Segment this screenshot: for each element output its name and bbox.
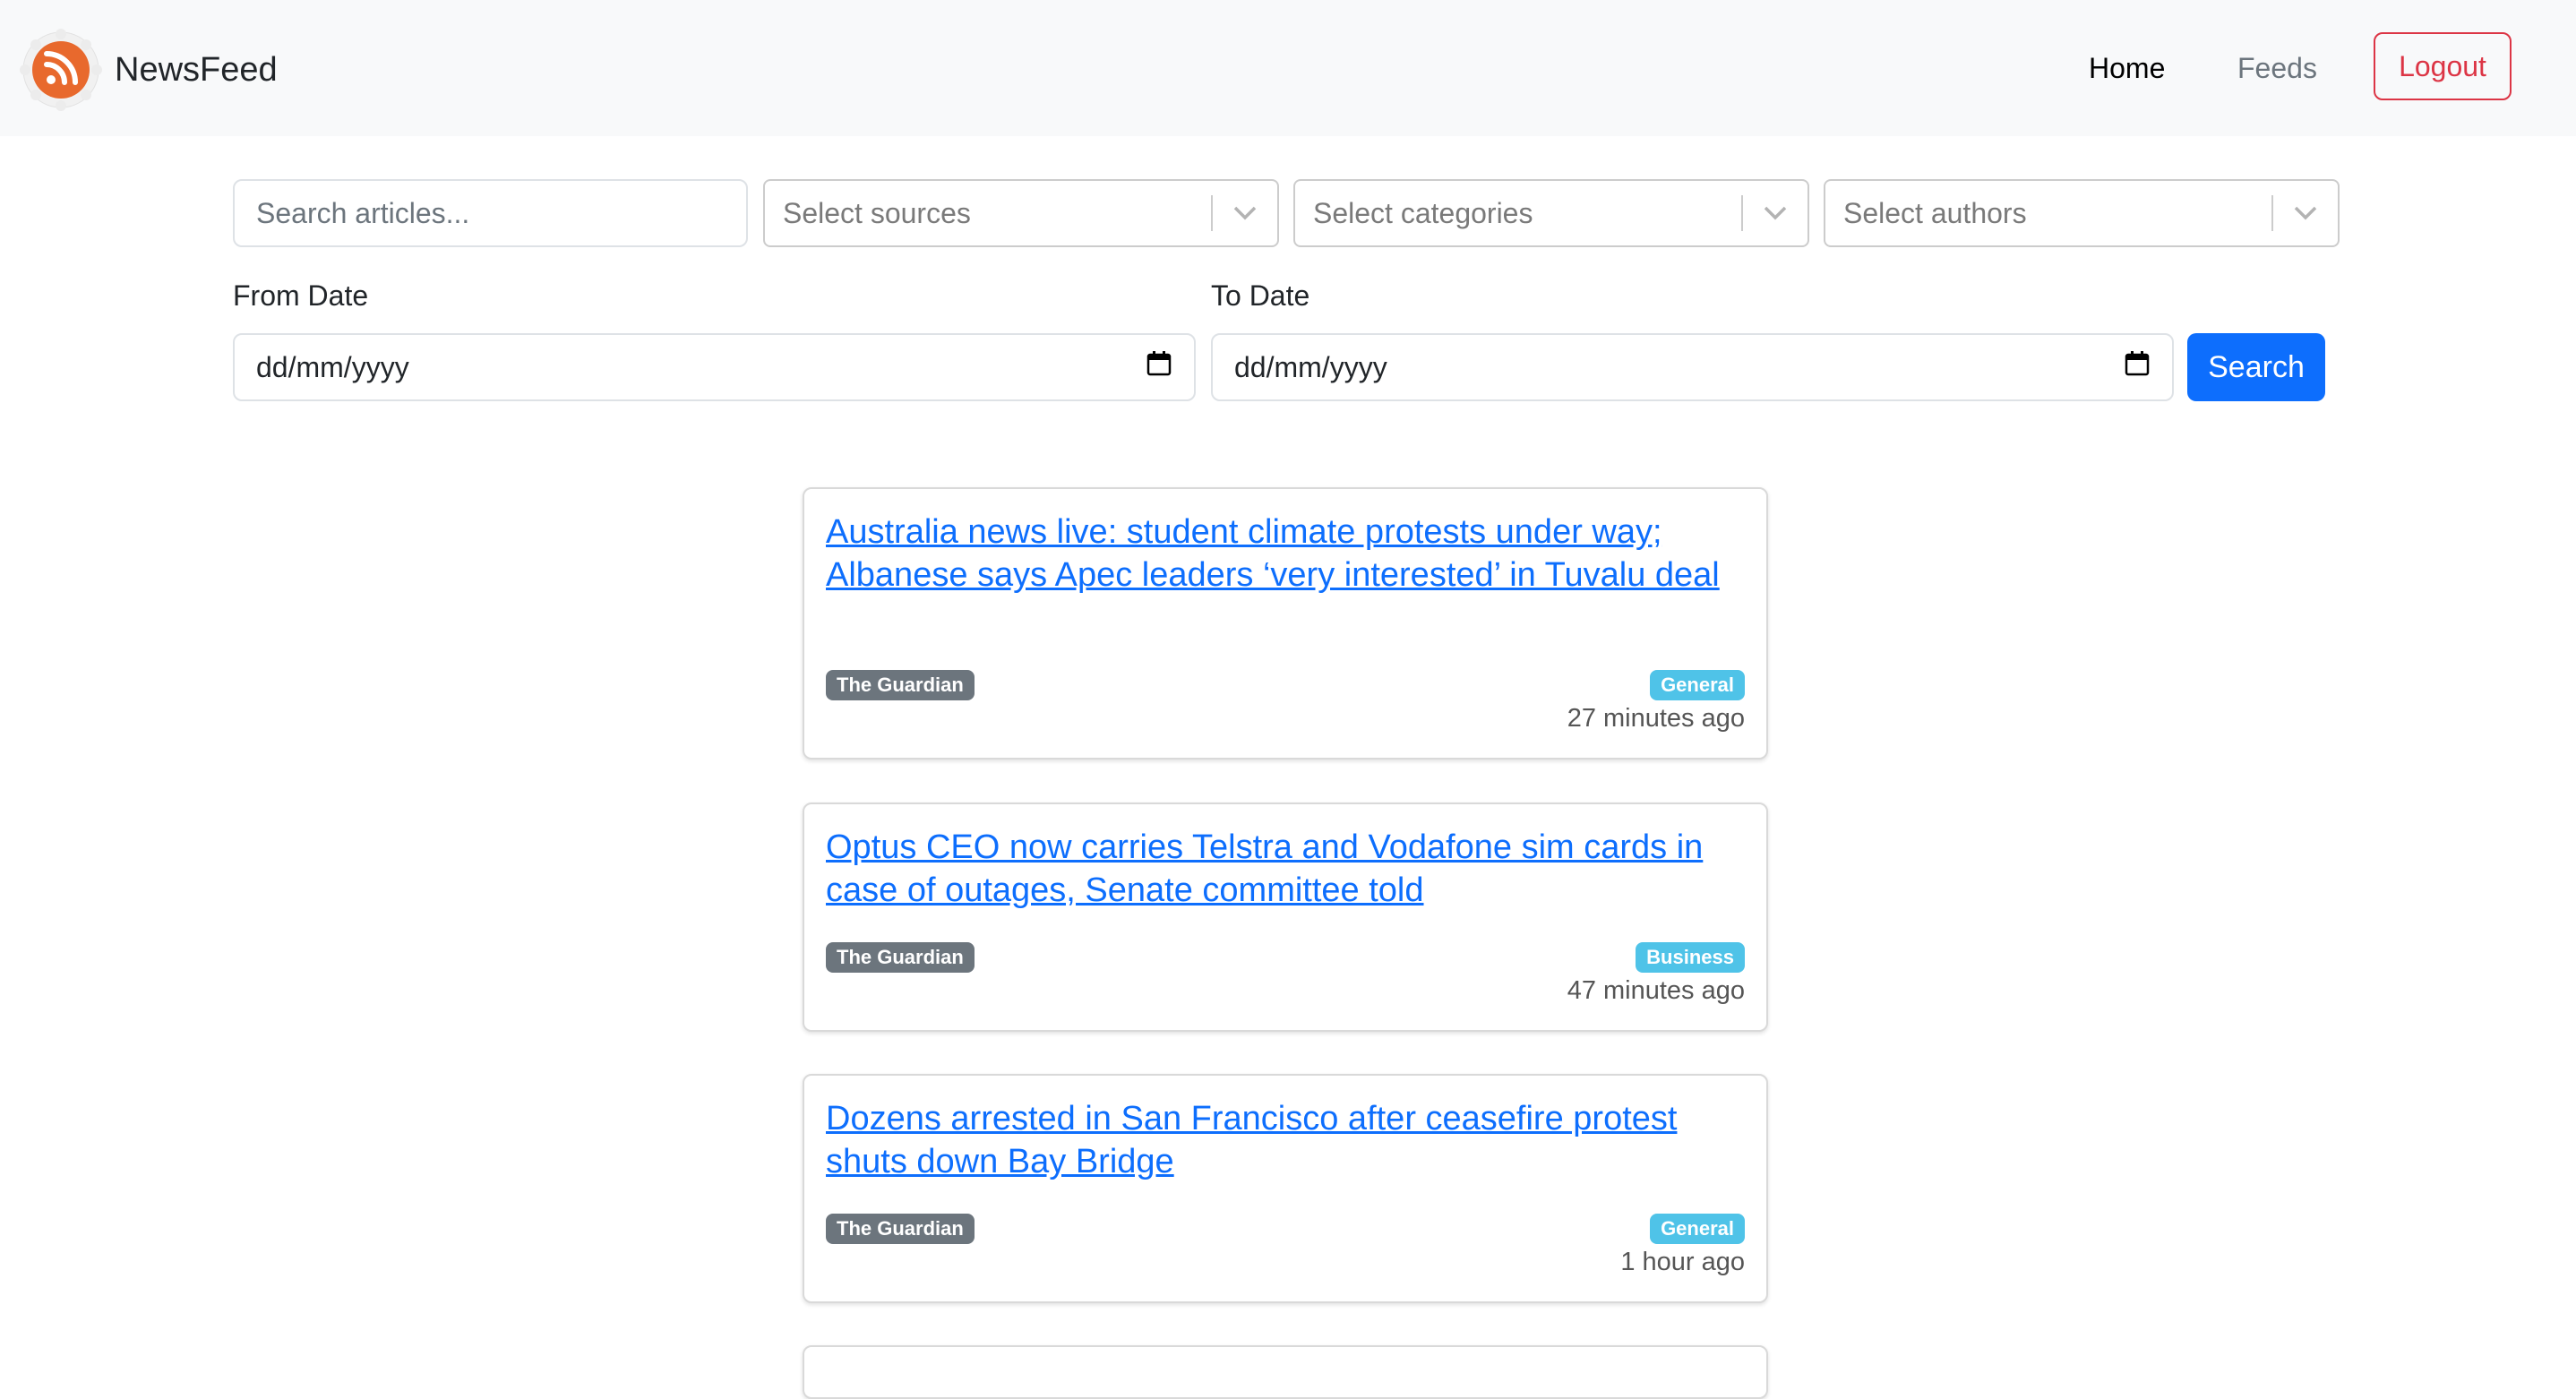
article-time: 1 hour ago: [1620, 1248, 1745, 1276]
categories-placeholder: Select categories: [1313, 196, 1533, 229]
category-badge: Business: [1636, 942, 1745, 973]
from-date-label: From Date: [233, 279, 369, 312]
article-time: 27 minutes ago: [1567, 704, 1745, 733]
brand-name: NewsFeed: [115, 50, 278, 89]
search-placeholder: Search articles...: [256, 196, 470, 229]
calendar-icon[interactable]: [1146, 350, 1172, 384]
article-time: 47 minutes ago: [1567, 976, 1745, 1005]
chevron-down-icon[interactable]: [1213, 179, 1277, 247]
to-date-input[interactable]: dd/mm/yyyy: [1211, 333, 2174, 401]
article-title-link[interactable]: Optus CEO now carries Telstra and Vodafo…: [826, 826, 1748, 912]
from-date-input[interactable]: dd/mm/yyyy: [233, 333, 1196, 401]
search-input[interactable]: Search articles...: [233, 179, 748, 247]
categories-select[interactable]: Select categories: [1293, 179, 1809, 247]
from-date-value: dd/mm/yyyy: [256, 350, 409, 383]
nav-feeds-link[interactable]: Feeds: [2237, 50, 2317, 86]
nav-home-link[interactable]: Home: [2089, 50, 2165, 86]
article-card: Optus CEO now carries Telstra and Vodafo…: [803, 802, 1768, 1032]
source-badge: The Guardian: [826, 670, 975, 700]
chevron-down-icon[interactable]: [2273, 179, 2338, 247]
article-card: Australia news live: student climate pro…: [803, 487, 1768, 760]
sources-select[interactable]: Select sources: [763, 179, 1279, 247]
source-badge: The Guardian: [826, 1214, 975, 1244]
rss-logo-icon: [18, 29, 104, 111]
authors-select[interactable]: Select authors: [1824, 179, 2340, 247]
category-badge: General: [1650, 1214, 1745, 1244]
logout-button[interactable]: Logout: [2374, 32, 2512, 100]
article-card: Dozens arrested in San Francisco after c…: [803, 1074, 1768, 1303]
search-button[interactable]: Search: [2187, 333, 2325, 401]
category-badge: General: [1650, 670, 1745, 700]
authors-placeholder: Select authors: [1843, 196, 2027, 229]
to-date-label: To Date: [1211, 279, 1310, 312]
brand[interactable]: NewsFeed: [18, 29, 278, 111]
article-title-link[interactable]: Australia news live: student climate pro…: [826, 511, 1748, 597]
top-navbar: NewsFeed Home Feeds Logout: [0, 0, 2576, 136]
source-badge: The Guardian: [826, 942, 975, 973]
to-date-value: dd/mm/yyyy: [1234, 350, 1387, 383]
calendar-icon[interactable]: [2124, 350, 2151, 384]
article-title-link[interactable]: Dozens arrested in San Francisco after c…: [826, 1097, 1748, 1183]
article-card-partial: [803, 1345, 1768, 1399]
sources-placeholder: Select sources: [783, 196, 971, 229]
chevron-down-icon[interactable]: [1743, 179, 1807, 247]
